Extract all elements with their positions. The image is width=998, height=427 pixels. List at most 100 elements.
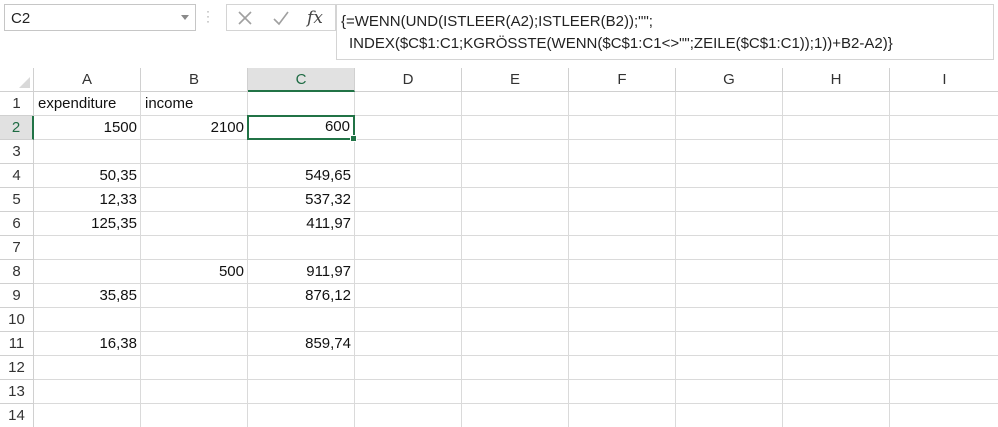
cell-E7[interactable] — [462, 236, 569, 260]
cell-H3[interactable] — [783, 140, 890, 164]
cell-A9[interactable]: 35,85 — [34, 284, 141, 308]
cell-G1[interactable] — [676, 92, 783, 116]
cell-C13[interactable] — [248, 380, 355, 404]
cell-E1[interactable] — [462, 92, 569, 116]
cell-F10[interactable] — [569, 308, 676, 332]
cell-D14[interactable] — [355, 404, 462, 427]
cell-I9[interactable] — [890, 284, 998, 308]
cell-D13[interactable] — [355, 380, 462, 404]
cell-F14[interactable] — [569, 404, 676, 427]
cell-A7[interactable] — [34, 236, 141, 260]
cell-I4[interactable] — [890, 164, 998, 188]
cell-G10[interactable] — [676, 308, 783, 332]
cell-B5[interactable] — [141, 188, 248, 212]
cell-I5[interactable] — [890, 188, 998, 212]
cell-E2[interactable] — [462, 116, 569, 140]
cell-H7[interactable] — [783, 236, 890, 260]
cell-C11[interactable]: 859,74 — [248, 332, 355, 356]
cell-D8[interactable] — [355, 260, 462, 284]
cell-A1[interactable]: expenditure — [34, 92, 141, 116]
row-header-8[interactable]: 8 — [0, 260, 34, 284]
cell-A5[interactable]: 12,33 — [34, 188, 141, 212]
cell-D1[interactable] — [355, 92, 462, 116]
cell-I3[interactable] — [890, 140, 998, 164]
cell-C5[interactable]: 537,32 — [248, 188, 355, 212]
column-header-E[interactable]: E — [462, 68, 569, 92]
cell-H1[interactable] — [783, 92, 890, 116]
cell-A3[interactable] — [34, 140, 141, 164]
cell-G14[interactable] — [676, 404, 783, 427]
cell-E3[interactable] — [462, 140, 569, 164]
cell-E5[interactable] — [462, 188, 569, 212]
cell-D7[interactable] — [355, 236, 462, 260]
cell-I10[interactable] — [890, 308, 998, 332]
cell-G13[interactable] — [676, 380, 783, 404]
column-header-I[interactable]: I — [890, 68, 998, 92]
column-header-G[interactable]: G — [676, 68, 783, 92]
cell-C8[interactable]: 911,97 — [248, 260, 355, 284]
cell-G8[interactable] — [676, 260, 783, 284]
cell-F2[interactable] — [569, 116, 676, 140]
column-header-D[interactable]: D — [355, 68, 462, 92]
cell-D9[interactable] — [355, 284, 462, 308]
row-header-1[interactable]: 1 — [0, 92, 34, 116]
cell-C1[interactable] — [248, 92, 355, 116]
cell-D11[interactable] — [355, 332, 462, 356]
cell-B9[interactable] — [141, 284, 248, 308]
cell-C14[interactable] — [248, 404, 355, 427]
cell-E6[interactable] — [462, 212, 569, 236]
cell-A12[interactable] — [34, 356, 141, 380]
cell-D12[interactable] — [355, 356, 462, 380]
insert-function-icon[interactable]: fx — [303, 8, 327, 28]
cell-C10[interactable] — [248, 308, 355, 332]
cell-F3[interactable] — [569, 140, 676, 164]
cell-F4[interactable] — [569, 164, 676, 188]
column-header-C[interactable]: C — [248, 68, 355, 92]
cell-G4[interactable] — [676, 164, 783, 188]
cell-G7[interactable] — [676, 236, 783, 260]
cell-B8[interactable]: 500 — [141, 260, 248, 284]
cell-H9[interactable] — [783, 284, 890, 308]
cell-H12[interactable] — [783, 356, 890, 380]
chevron-down-icon[interactable] — [181, 15, 189, 20]
cell-I7[interactable] — [890, 236, 998, 260]
cell-G9[interactable] — [676, 284, 783, 308]
cell-B13[interactable] — [141, 380, 248, 404]
enter-check-icon[interactable] — [269, 8, 293, 28]
cell-C12[interactable] — [248, 356, 355, 380]
row-header-2[interactable]: 2 — [0, 116, 34, 140]
row-header-7[interactable]: 7 — [0, 236, 34, 260]
cell-G3[interactable] — [676, 140, 783, 164]
cell-F8[interactable] — [569, 260, 676, 284]
cell-E10[interactable] — [462, 308, 569, 332]
cell-F13[interactable] — [569, 380, 676, 404]
cell-A4[interactable]: 50,35 — [34, 164, 141, 188]
cell-D3[interactable] — [355, 140, 462, 164]
cell-B1[interactable]: income — [141, 92, 248, 116]
cell-F12[interactable] — [569, 356, 676, 380]
cell-H4[interactable] — [783, 164, 890, 188]
cell-I12[interactable] — [890, 356, 998, 380]
cell-A14[interactable] — [34, 404, 141, 427]
row-header-11[interactable]: 11 — [0, 332, 34, 356]
cell-B10[interactable] — [141, 308, 248, 332]
row-header-3[interactable]: 3 — [0, 140, 34, 164]
cell-E11[interactable] — [462, 332, 569, 356]
cell-C9[interactable]: 876,12 — [248, 284, 355, 308]
cell-H11[interactable] — [783, 332, 890, 356]
cell-B6[interactable] — [141, 212, 248, 236]
cell-C2[interactable]: 600 — [247, 115, 357, 142]
cell-I6[interactable] — [890, 212, 998, 236]
cell-E13[interactable] — [462, 380, 569, 404]
cell-H5[interactable] — [783, 188, 890, 212]
cell-A8[interactable] — [34, 260, 141, 284]
cell-H8[interactable] — [783, 260, 890, 284]
cell-C7[interactable] — [248, 236, 355, 260]
cell-G6[interactable] — [676, 212, 783, 236]
cell-I8[interactable] — [890, 260, 998, 284]
cell-B7[interactable] — [141, 236, 248, 260]
select-all-corner[interactable] — [0, 68, 34, 92]
cell-B2[interactable]: 2100 — [141, 116, 248, 140]
cell-A2[interactable]: 1500 — [34, 116, 141, 140]
cell-F7[interactable] — [569, 236, 676, 260]
